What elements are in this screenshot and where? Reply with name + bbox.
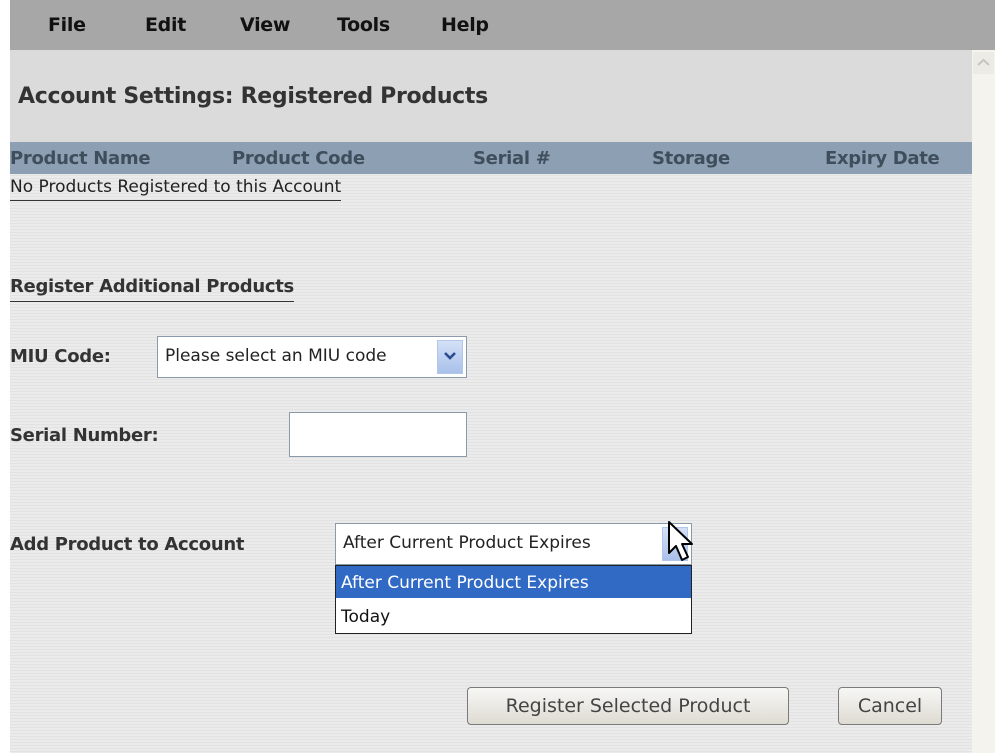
miu-code-select-value: Please select an MIU code	[165, 346, 387, 366]
option-today[interactable]: Today	[336, 600, 691, 632]
menu-bar: File Edit View Tools Help	[10, 0, 995, 50]
chevron-down-icon	[444, 352, 456, 360]
add-product-label: Add Product to Account	[10, 534, 245, 555]
empty-table-message: No Products Registered to this Account	[10, 177, 342, 201]
column-product-name: Product Name	[10, 148, 151, 169]
column-product-code: Product Code	[232, 148, 365, 169]
register-selected-product-button[interactable]: Register Selected Product	[467, 687, 789, 725]
column-storage: Storage	[652, 148, 730, 169]
vertical-scrollbar[interactable]	[972, 50, 995, 753]
column-serial: Serial #	[473, 148, 551, 169]
add-product-select-value: After Current Product Expires	[343, 533, 591, 553]
serial-number-input[interactable]	[289, 412, 467, 457]
add-product-select[interactable]: After Current Product Expires	[335, 523, 692, 565]
miu-code-select[interactable]: Please select an MIU code	[157, 336, 467, 378]
page-header: Account Settings: Registered Products	[10, 50, 972, 142]
page-content: Account Settings: Registered Products Pr…	[10, 50, 972, 753]
chevron-up-icon	[977, 58, 990, 66]
menu-edit[interactable]: Edit	[145, 14, 186, 36]
column-expiry-date: Expiry Date	[825, 148, 940, 169]
scroll-up-button[interactable]	[973, 52, 994, 74]
miu-code-label: MIU Code:	[10, 346, 111, 367]
products-table-header: Product Name Product Code Serial # Stora…	[10, 142, 972, 174]
menu-view[interactable]: View	[240, 14, 290, 36]
page-title: Account Settings: Registered Products	[18, 84, 488, 109]
add-product-options: After Current Product Expires Today	[335, 565, 692, 634]
miu-dropdown-button[interactable]	[437, 340, 463, 374]
cancel-button[interactable]: Cancel	[838, 687, 942, 725]
menu-tools[interactable]: Tools	[337, 14, 390, 36]
serial-number-label: Serial Number:	[10, 425, 159, 446]
mouse-cursor-icon	[668, 521, 693, 561]
menu-file[interactable]: File	[48, 14, 86, 36]
register-section-title: Register Additional Products	[10, 276, 294, 302]
option-after-expires[interactable]: After Current Product Expires	[336, 566, 691, 598]
menu-help[interactable]: Help	[441, 14, 489, 36]
